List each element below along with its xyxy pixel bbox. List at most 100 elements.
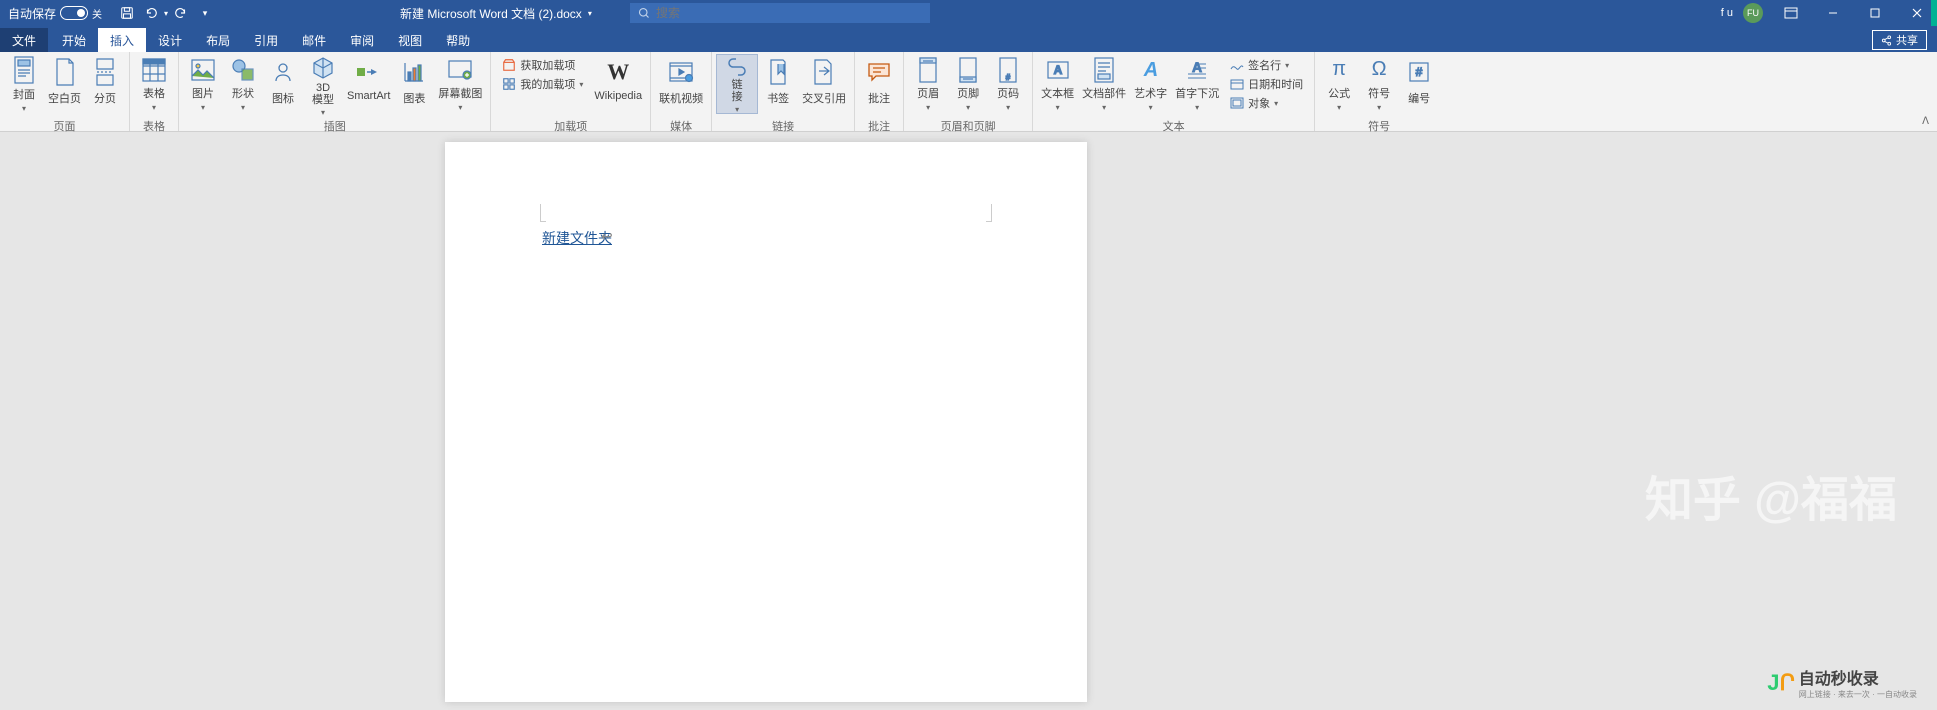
caret-icon: ▾ <box>1006 103 1010 112</box>
collapse-ribbon-button[interactable]: ᐱ <box>1922 116 1929 127</box>
chart-icon <box>398 56 430 88</box>
user-avatar[interactable]: FU <box>1743 3 1763 23</box>
parts-button[interactable]: 文档部件▾ <box>1078 54 1130 114</box>
group-pages: 封面▾ 空白页 分页 页面 <box>0 52 130 131</box>
blank-page-button[interactable]: 空白页 <box>44 54 85 114</box>
picture-icon <box>187 56 219 83</box>
parts-icon <box>1088 56 1120 83</box>
save-button[interactable] <box>116 3 138 23</box>
tab-references[interactable]: 引用 <box>242 28 290 52</box>
symbol-icon: Ω <box>1363 56 1395 83</box>
table-button[interactable]: 表格▾ <box>134 54 174 114</box>
tab-mailings[interactable]: 邮件 <box>290 28 338 52</box>
picture-button[interactable]: 图片▾ <box>183 54 223 114</box>
qat-customize-icon[interactable]: ▾ <box>194 3 216 23</box>
share-button[interactable]: 共享 <box>1872 30 1927 50</box>
maximize-button[interactable] <box>1855 0 1895 26</box>
pagenum-icon: # <box>992 56 1024 83</box>
smartart-label: SmartArt <box>347 90 390 102</box>
smartart-button[interactable]: SmartArt <box>343 54 394 114</box>
link-label: 链 接 <box>732 79 743 103</box>
datetime-button[interactable]: 日期和时间 <box>1227 75 1306 93</box>
3d-model-button[interactable]: 3D 模型▾ <box>303 54 343 114</box>
tab-home[interactable]: 开始 <box>50 28 98 52</box>
screenshot-button[interactable]: 屏幕截图▾ <box>434 54 486 114</box>
header-button[interactable]: 页眉 ▾ <box>908 54 948 114</box>
autosave-state: 关 <box>92 6 102 21</box>
search-box[interactable] <box>630 3 930 23</box>
wikipedia-icon: W <box>602 56 634 88</box>
pagenum-label: 页码 <box>997 85 1019 101</box>
online-video-button[interactable]: 联机视频 <box>655 54 707 114</box>
undo-dropdown-icon[interactable]: ▾ <box>164 9 168 18</box>
svg-text:A: A <box>1142 59 1157 81</box>
icons-button[interactable]: 图标 <box>263 54 303 114</box>
document-area[interactable]: 新建文件夹 ↩ <box>0 132 1937 710</box>
caret-icon: ▾ <box>241 103 245 112</box>
my-addins-button[interactable]: 我的加载项 ▾ <box>499 75 586 93</box>
tab-view[interactable]: 视图 <box>386 28 434 52</box>
store-icon <box>502 58 516 72</box>
cover-label: 封面 <box>13 86 35 102</box>
tab-layout[interactable]: 布局 <box>194 28 242 52</box>
wikipedia-button[interactable]: W Wikipedia <box>590 54 646 114</box>
search-icon <box>638 7 650 19</box>
title-dropdown-icon[interactable]: ▾ <box>588 9 592 18</box>
pagenum-button[interactable]: # 页码 ▾ <box>988 54 1028 114</box>
crossref-button[interactable]: 交叉引用 <box>798 54 850 114</box>
comment-button[interactable]: 批注 <box>859 54 899 114</box>
page-break-button[interactable]: 分页 <box>85 54 125 114</box>
get-addins-button[interactable]: 获取加载项 <box>499 56 586 74</box>
smartart-icon <box>353 56 385 88</box>
bookmark-button[interactable]: 书签 <box>758 54 798 114</box>
tab-design[interactable]: 设计 <box>146 28 194 52</box>
group-comments: 批注 批注 <box>855 52 904 131</box>
ribbon-display-button[interactable] <box>1771 0 1811 26</box>
textbox-label: 文本框 <box>1041 85 1074 101</box>
footer-button[interactable]: 页脚▾ <box>948 54 988 114</box>
chart-label: 图表 <box>403 90 425 106</box>
autosave-toggle[interactable]: 自动保存 关 <box>0 5 110 22</box>
title-bar: 自动保存 关 ▾ ▾ 新建 Microsoft Word 文档 (2).docx… <box>0 0 1937 26</box>
crossref-label: 交叉引用 <box>802 90 846 106</box>
number-button[interactable]: # 编号 <box>1399 54 1439 114</box>
tab-file[interactable]: 文件 <box>0 28 48 52</box>
3d-label: 3D 模型 <box>312 82 334 106</box>
undo-button[interactable] <box>140 3 162 23</box>
equation-button[interactable]: π 公式▾ <box>1319 54 1359 114</box>
cover-page-icon <box>8 56 40 84</box>
group-text: A 文本框▾ 文档部件▾ A 艺术字▾ A 首字下沉▾ 签名行▾ <box>1033 52 1315 131</box>
chart-button[interactable]: 图表 <box>394 54 434 114</box>
page[interactable]: 新建文件夹 ↩ <box>445 142 1087 702</box>
object-button[interactable]: 对象▾ <box>1227 94 1306 112</box>
autosave-label: 自动保存 <box>8 5 56 22</box>
link-button[interactable]: 链 接▾ <box>716 54 758 114</box>
group-symbols: π 公式▾ Ω 符号▾ # 编号 符号 <box>1315 52 1443 131</box>
tab-insert[interactable]: 插入 <box>98 28 146 52</box>
table-icon <box>138 56 170 83</box>
icons-icon <box>267 56 299 88</box>
sigline-button[interactable]: 签名行▾ <box>1227 56 1306 74</box>
redo-button[interactable] <box>170 3 192 23</box>
search-input[interactable] <box>656 6 922 20</box>
dropcap-button[interactable]: A 首字下沉▾ <box>1171 54 1223 114</box>
group-addins: 获取加载项 我的加载项 ▾ W Wikipedia 加载项 <box>491 52 651 131</box>
tab-help[interactable]: 帮助 <box>434 28 482 52</box>
shapes-button[interactable]: 形状▾ <box>223 54 263 114</box>
header-label: 页眉 <box>917 85 939 101</box>
textbox-button[interactable]: A 文本框▾ <box>1037 54 1078 114</box>
caret-icon: ▾ <box>1285 61 1289 70</box>
minimize-button[interactable] <box>1813 0 1853 26</box>
toggle-switch[interactable] <box>60 6 88 20</box>
symbol-button[interactable]: Ω 符号▾ <box>1359 54 1399 114</box>
wordart-button[interactable]: A 艺术字▾ <box>1130 54 1171 114</box>
dropcap-icon: A <box>1181 56 1213 83</box>
group-tables: 表格▾ 表格 <box>130 52 179 131</box>
toggle-dot <box>77 9 85 17</box>
tab-review[interactable]: 审阅 <box>338 28 386 52</box>
caret-icon: ▾ <box>1102 103 1106 112</box>
blank-label: 空白页 <box>48 90 81 106</box>
caret-icon: ▾ <box>926 103 930 112</box>
cover-page-button[interactable]: 封面▾ <box>4 54 44 114</box>
link-icon <box>721 57 753 77</box>
